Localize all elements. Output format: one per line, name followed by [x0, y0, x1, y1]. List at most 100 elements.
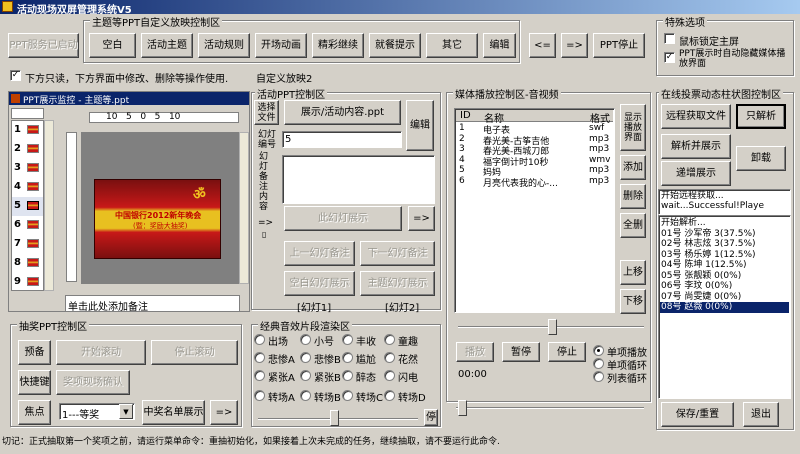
stop-button[interactable]: 停止 — [548, 342, 586, 362]
parse-log[interactable]: 开始解析... 01号 沙军帝 3(37.5%) 02号 林志炫 3(37.5%) 0… — [658, 215, 791, 399]
move-up-button[interactable]: 上移 — [620, 260, 646, 285]
prev-button[interactable]: <= — [529, 33, 556, 58]
effect-radio[interactable] — [384, 352, 395, 363]
effect-radio[interactable] — [300, 352, 311, 363]
media-row[interactable]: 6 月亮代表我的心-... mp3 — [459, 176, 614, 189]
progress-thumb[interactable] — [548, 319, 557, 335]
shortcut-button[interactable]: 快捷键 — [18, 370, 51, 395]
top-edit-button[interactable]: 编辑 — [483, 33, 516, 58]
effect-radio[interactable] — [254, 352, 265, 363]
slide-notes-textarea[interactable] — [282, 155, 435, 204]
auto-hide-checkbox[interactable]: ✓ — [664, 52, 675, 63]
notes-field[interactable]: 单击此处添加备注 — [65, 295, 240, 313]
ppt-stop-button[interactable]: PPT停止 — [593, 33, 645, 58]
single-loop-radio[interactable] — [593, 358, 604, 369]
dining-button[interactable]: 就餐提示 — [369, 33, 421, 58]
slide-thumb-item[interactable]: 1 — [12, 121, 43, 140]
delete-media-button[interactable]: 删除 — [620, 184, 646, 209]
thumb-scrollbar[interactable] — [44, 120, 54, 291]
effect-radio[interactable] — [342, 334, 353, 345]
show-player-button[interactable]: 显示播放界面 — [620, 104, 646, 151]
next-note-button[interactable]: 下一幻灯备注 — [360, 241, 435, 266]
opening-button[interactable]: 开场动画 — [255, 33, 307, 58]
pause-button[interactable]: 暂停 — [502, 342, 540, 362]
theme-slide-button[interactable]: 主题幻灯展示 — [360, 271, 435, 296]
lock-mouse-checkbox[interactable] — [664, 33, 675, 44]
confirm-prize-button[interactable]: 奖项现场确认 — [56, 370, 130, 395]
blank-slide-button[interactable]: 空白幻灯展示 — [284, 271, 355, 296]
volume-thumb[interactable] — [458, 400, 467, 416]
slide-thumb-list[interactable]: 1 2 3 4 5 6 7 8 9 — [11, 120, 44, 291]
ppt-service-button[interactable]: PPT服务已启动 — [8, 33, 79, 58]
slide-thumb-item[interactable]: 3 — [12, 159, 43, 178]
loop-show-button[interactable]: 递增展示 — [661, 161, 731, 186]
single-play-radio[interactable] — [593, 345, 604, 356]
list-loop-radio[interactable] — [593, 371, 604, 382]
effect-radio[interactable] — [300, 370, 311, 381]
slide-thumb-item[interactable]: 5 — [12, 197, 43, 216]
winner-list-button[interactable]: 中奖名单展示 — [142, 400, 205, 425]
remote-fetch-button[interactable]: 远程获取文件 — [661, 104, 731, 129]
effects-volume-thumb[interactable] — [330, 410, 339, 426]
effect-radio[interactable] — [300, 334, 311, 345]
theme-button[interactable]: 活动主题 — [141, 33, 193, 58]
focus-button[interactable]: 焦点 — [18, 400, 51, 425]
view-buttons[interactable] — [11, 293, 51, 304]
effect-radio[interactable] — [384, 334, 395, 345]
filename-button[interactable]: 展示/活动内容.ppt — [284, 100, 401, 125]
show-slide-arrow-button[interactable]: => — [408, 206, 435, 231]
slide-thumb-item[interactable]: 4 — [12, 178, 43, 197]
parse-show-button[interactable]: 解析并展示 — [661, 134, 731, 159]
exit-button[interactable]: 退出 — [743, 402, 779, 427]
effect-radio[interactable] — [342, 390, 353, 401]
chevron-down-icon[interactable]: ▼ — [119, 404, 133, 419]
media-row[interactable]: 1 电子表 swf — [459, 123, 614, 136]
continue-button[interactable]: 精彩继续 — [312, 33, 364, 58]
add-media-button[interactable]: 添加 — [620, 155, 646, 180]
slide-vscroll[interactable] — [239, 132, 249, 284]
vote-line: 01号 沙军帝 3(37.5%) — [661, 228, 756, 239]
slide-thumb-item[interactable]: 6 — [12, 216, 43, 235]
volume-track[interactable] — [456, 407, 644, 409]
effect-radio[interactable] — [384, 370, 395, 381]
active-edit-button[interactable]: 编辑 — [406, 100, 434, 151]
save-reset-button[interactable]: 保存/重置 — [661, 402, 734, 427]
stop-roll-button[interactable]: 停止滚动 — [151, 340, 238, 365]
slide-thumb-item[interactable]: 2 — [12, 140, 43, 159]
readonly-checkbox[interactable]: ✓ — [10, 70, 21, 81]
media-row[interactable]: 5 妈妈 mp3 — [459, 165, 614, 178]
slide-thumb-item[interactable]: 7 — [12, 235, 43, 254]
other-button[interactable]: 其它 — [426, 33, 478, 58]
prev-note-button[interactable]: 上一幻灯备注 — [284, 241, 355, 266]
effect-radio[interactable] — [254, 370, 265, 381]
slide-no-input[interactable]: 5 — [282, 131, 402, 148]
slide-thumb-item[interactable]: 9 — [12, 273, 43, 292]
effect-radio[interactable] — [384, 390, 395, 401]
slide-thumb-item[interactable]: 8 — [12, 254, 43, 273]
select-file-button[interactable]: 选择文件 — [254, 100, 279, 125]
move-down-button[interactable]: 下移 — [620, 289, 646, 314]
show-this-slide-button[interactable]: 此幻灯展示 — [284, 206, 402, 231]
media-row[interactable]: 4 福字倒计时10秒 wmv — [459, 155, 614, 168]
winner-list-arrow-button[interactable]: => — [210, 400, 238, 425]
effect-radio[interactable] — [300, 390, 311, 401]
play-button[interactable]: 播放 — [456, 342, 494, 362]
prize-select[interactable]: 1---等奖 ▼ — [59, 403, 135, 421]
next-button[interactable]: => — [561, 33, 588, 58]
effect-radio[interactable] — [254, 390, 265, 401]
effect-radio[interactable] — [342, 352, 353, 363]
effects-stop-button[interactable]: 停 — [424, 409, 438, 426]
effect-radio[interactable] — [254, 334, 265, 345]
media-row[interactable]: 3 春光美-西城刀郎 mp3 — [459, 144, 614, 157]
parse-only-button[interactable]: 只解析 — [736, 104, 786, 129]
unload-button[interactable]: 卸载 — [736, 146, 786, 171]
media-list[interactable]: ID 名称 格式 1 电子表 swf 2 春光美-古筝吉他 mp3 3 春光美-西城刀郎 mp3… — [454, 108, 615, 313]
rules-button[interactable]: 活动规则 — [198, 33, 250, 58]
delete-all-button[interactable]: 全删 — [620, 213, 646, 238]
prepare-button[interactable]: 预备 — [18, 340, 51, 365]
media-row[interactable]: 2 春光美-古筝吉他 mp3 — [459, 134, 614, 147]
effect-radio[interactable] — [342, 370, 353, 381]
start-roll-button[interactable]: 开始滚动 — [56, 340, 146, 365]
blank-button[interactable]: 空白 — [89, 33, 136, 58]
col-id[interactable]: ID — [460, 110, 471, 121]
